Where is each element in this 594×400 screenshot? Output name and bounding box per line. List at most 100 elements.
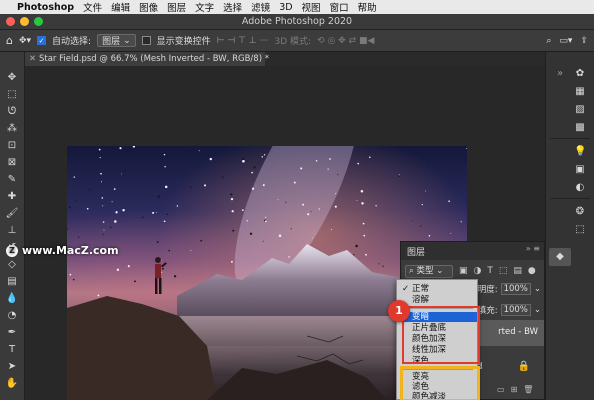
new-layer-icon[interactable]: ⊞	[511, 385, 518, 394]
watermark: Z www.MacZ.com	[6, 244, 119, 257]
eraser-tool-icon[interactable]: ◇	[5, 259, 19, 271]
blur-tool-icon[interactable]: 💧	[5, 293, 19, 305]
star-dot	[357, 162, 360, 165]
chevron-down-icon[interactable]: ⌄	[534, 305, 541, 315]
marquee-tool-icon[interactable]: ⬚	[5, 89, 19, 101]
star-dot	[426, 163, 428, 165]
move-tool-preset-icon[interactable]: ✥▾	[19, 36, 31, 46]
workspace-icon[interactable]: ▭▾	[559, 36, 572, 46]
star-dot	[382, 265, 384, 267]
trash-icon[interactable]: 🗑	[523, 385, 533, 394]
star-dot	[187, 150, 190, 152]
menu-view[interactable]: 视图	[302, 0, 321, 14]
eyedropper-tool-icon[interactable]: ✎	[5, 174, 19, 186]
star-dot	[300, 167, 303, 170]
menu-help[interactable]: 帮助	[358, 0, 377, 14]
lightbulb-icon[interactable]: 💡	[574, 146, 586, 158]
show-transform-checkbox[interactable]	[141, 36, 151, 45]
lasso-tool-icon[interactable]: ᘎ	[5, 106, 19, 118]
menu-window[interactable]: 窗口	[330, 0, 349, 14]
color-wheel-icon[interactable]: ✿	[574, 68, 586, 80]
star-dot	[246, 220, 248, 222]
opacity-value[interactable]: 100%	[500, 283, 531, 295]
menu-file[interactable]: 文件	[83, 0, 102, 14]
3d-tools-icons[interactable]: ⟲ ◎ ✥ ⇄ ■◀	[317, 36, 374, 46]
new-group-icon[interactable]: ▭	[497, 385, 505, 394]
patterns-icon[interactable]: ▩	[574, 122, 586, 134]
menu-layer[interactable]: 图层	[167, 0, 186, 14]
blend-dissolve[interactable]: 溶解	[397, 295, 477, 305]
layers-panel-title[interactable]: 图层	[407, 245, 425, 258]
type-filter-icon[interactable]: T	[487, 266, 493, 276]
star-dot	[230, 193, 233, 196]
star-dot	[265, 216, 267, 218]
star-dot	[242, 159, 245, 163]
adjustment-filter-icon[interactable]: ◑	[474, 266, 482, 276]
star-dot	[335, 193, 337, 195]
swatches-icon[interactable]: ▦	[574, 86, 586, 98]
search-icon[interactable]: ⌕	[546, 36, 551, 46]
smart-object-filter-icon[interactable]: ▤	[513, 266, 522, 276]
layers-panel-header: 图层 » ≡	[401, 242, 544, 260]
star-dot	[173, 275, 177, 278]
pixel-filter-icon[interactable]: ▣	[459, 266, 468, 276]
auto-select-dropdown[interactable]: 图层 ⌄	[97, 34, 136, 47]
menu-3d[interactable]: 3D	[279, 2, 292, 13]
star-dot	[421, 203, 423, 206]
search-icon: ⌕	[409, 266, 414, 276]
pen-tool-icon[interactable]: ✒	[5, 327, 19, 339]
menu-filter[interactable]: 滤镜	[251, 0, 270, 14]
chevron-down-icon: ⌄	[436, 266, 444, 276]
menu-edit[interactable]: 编辑	[111, 0, 130, 14]
share-icon[interactable]: ⇪	[580, 36, 588, 46]
menu-select[interactable]: 选择	[223, 0, 242, 14]
fill-value[interactable]: 100%	[500, 304, 531, 316]
star-dot	[103, 229, 105, 231]
star-dot	[72, 278, 75, 281]
home-icon[interactable]: ⌂	[6, 34, 13, 47]
filter-toggle-icon[interactable]: ●	[528, 266, 536, 276]
clone-stamp-tool-icon[interactable]: ⊥	[5, 225, 19, 237]
menu-type[interactable]: 文字	[195, 0, 214, 14]
healing-brush-tool-icon[interactable]: ✚	[5, 191, 19, 203]
paths-icon[interactable]: ⬚	[574, 224, 586, 236]
quick-select-tool-icon[interactable]: ⁂	[5, 123, 19, 135]
star-dot	[114, 220, 117, 223]
menu-app-name[interactable]: Photoshop	[17, 2, 74, 13]
path-select-tool-icon[interactable]: ➤	[5, 361, 19, 373]
collapse-arrows-icon[interactable]: »	[554, 68, 566, 80]
hand-tool-icon[interactable]: ✋	[5, 378, 19, 390]
panel-menu-icon[interactable]: » ≡	[526, 244, 540, 253]
styles-icon[interactable]: ◐	[574, 182, 586, 194]
channels-icon[interactable]: ❂	[574, 206, 586, 218]
dodge-tool-icon[interactable]: ◔	[5, 310, 19, 322]
star-dot	[77, 236, 80, 238]
frame-tool-icon[interactable]: ⊠	[5, 157, 19, 169]
star-dot	[365, 253, 367, 256]
brush-tool-icon[interactable]: 🖌	[5, 208, 19, 220]
blend-normal[interactable]: ✓ 正常	[397, 284, 477, 294]
star-dot	[190, 250, 192, 252]
align-icons[interactable]: ⊢ ⊣ ⊤ ⊥ ⋯	[217, 36, 269, 46]
star-dot	[164, 185, 168, 189]
adjustments-icon[interactable]: ▣	[574, 164, 586, 176]
watermark-logo-icon: Z	[6, 244, 18, 257]
move-tool-icon[interactable]: ✥	[5, 72, 19, 84]
type-tool-icon[interactable]: T	[5, 344, 19, 356]
chevron-down-icon[interactable]: ⌄	[534, 284, 541, 294]
gradients-icon[interactable]: ▨	[574, 104, 586, 116]
star-dot	[115, 211, 118, 214]
gradient-tool-icon[interactable]: ▤	[5, 276, 19, 288]
window-titlebar: Adobe Photoshop 2020	[0, 14, 594, 30]
close-tab-icon[interactable]: ✕	[29, 52, 36, 66]
auto-select-checkbox[interactable]: ✓	[37, 36, 47, 45]
menu-image[interactable]: 图像	[139, 0, 158, 14]
star-dot	[152, 211, 155, 214]
star-dot	[375, 205, 377, 207]
fill-label: 填充:	[477, 306, 498, 316]
shape-filter-icon[interactable]: ⬚	[499, 266, 508, 276]
filter-kind-dropdown[interactable]: ⌕ 类型 ⌄	[405, 265, 453, 278]
auto-select-value: 图层	[102, 37, 121, 47]
document-tab[interactable]: ✕ Star Field.psd @ 66.7% (Mesh Inverted …	[25, 52, 269, 66]
crop-tool-icon[interactable]: ⊡	[5, 140, 19, 152]
